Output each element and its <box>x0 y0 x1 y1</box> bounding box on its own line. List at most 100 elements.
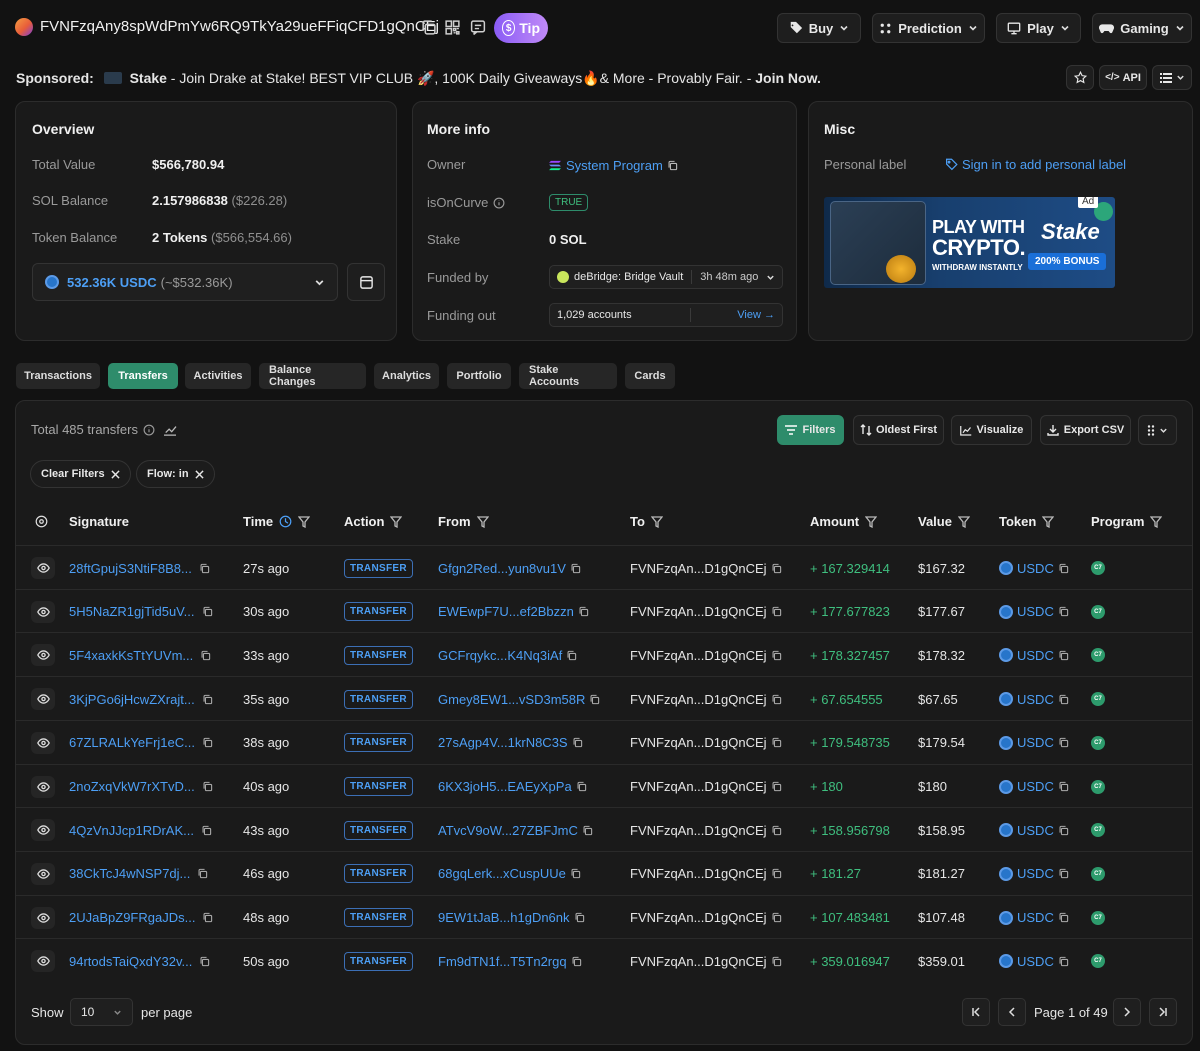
filter-icon[interactable] <box>650 515 663 528</box>
column-options-button[interactable] <box>1138 415 1177 445</box>
close-icon[interactable] <box>194 469 204 479</box>
program-badge-icon[interactable]: C7 <box>1091 954 1105 969</box>
copy-icon[interactable] <box>771 606 782 617</box>
copy-icon[interactable] <box>201 825 212 836</box>
copy-icon[interactable] <box>1058 563 1069 574</box>
ad-banner[interactable]: PLAY WITH CRYPTO. WITHDRAW INSTANTLY Sta… <box>824 197 1115 288</box>
eye-icon[interactable] <box>31 557 55 579</box>
copy-icon[interactable] <box>570 563 581 574</box>
signature-link[interactable]: 5F4xaxkKsTtYUVm... <box>69 648 193 663</box>
copy-icon[interactable] <box>576 781 587 792</box>
token-link[interactable]: USDC <box>1017 954 1054 969</box>
clock-icon[interactable] <box>279 515 292 528</box>
eye-icon[interactable] <box>31 688 55 711</box>
copy-icon[interactable] <box>574 912 585 923</box>
signature-link[interactable]: 38CkTcJ4wNSP7dj... <box>69 866 190 881</box>
from-link[interactable]: Gmey8EW1...vSD3m58R <box>438 692 585 707</box>
eye-icon[interactable] <box>31 862 55 885</box>
copy-icon[interactable] <box>571 956 582 967</box>
signature-link[interactable]: 4QzVnJJcp1RDrAK... <box>69 823 194 838</box>
signature-link[interactable]: 5H5NaZR1gjTid5uV... <box>69 604 195 619</box>
copy-icon[interactable] <box>1058 912 1069 923</box>
from-link[interactable]: Fm9dTN1f...T5Tn2rgq <box>438 954 567 969</box>
filters-button[interactable]: Filters <box>777 415 844 445</box>
token-link[interactable]: USDC <box>1017 692 1054 707</box>
flow-filter-chip[interactable]: Flow: in <box>136 460 215 488</box>
from-link[interactable]: 68gqLerk...xCuspUUe <box>438 866 566 881</box>
copy-icon[interactable] <box>1058 956 1069 967</box>
copy-icon[interactable] <box>771 825 782 836</box>
copy-icon[interactable] <box>1058 694 1069 705</box>
program-badge-icon[interactable]: C7 <box>1091 561 1105 575</box>
copy-icon[interactable] <box>202 781 213 792</box>
filter-icon[interactable] <box>865 515 878 528</box>
token-link[interactable]: USDC <box>1017 604 1054 619</box>
info-icon[interactable] <box>493 197 505 209</box>
play-menu-button[interactable]: Play <box>996 13 1081 43</box>
program-badge-icon[interactable]: C7 <box>1091 604 1105 619</box>
eye-icon[interactable] <box>31 950 55 973</box>
clear-filters-chip[interactable]: Clear Filters <box>30 460 131 488</box>
sponsored-link[interactable]: Stake - Join Drake at Stake! BEST VIP CL… <box>130 70 821 86</box>
copy-icon[interactable] <box>771 912 782 923</box>
program-badge-icon[interactable]: C7 <box>1091 866 1105 881</box>
owner-link[interactable]: System Program <box>566 158 663 173</box>
signature-link[interactable]: 2noZxqVkW7rXTvD... <box>69 779 195 794</box>
filter-icon[interactable] <box>476 515 489 528</box>
prediction-menu-button[interactable]: Prediction <box>872 13 985 43</box>
message-icon[interactable] <box>469 19 487 36</box>
copy-icon[interactable] <box>578 606 589 617</box>
copy-icon[interactable] <box>572 737 583 748</box>
copy-icon[interactable] <box>570 868 581 879</box>
funded-by-select[interactable]: deBridge: Bridge Vault 3h 48m ago <box>549 265 783 289</box>
copy-icon[interactable] <box>589 694 600 705</box>
info-icon[interactable] <box>143 424 155 436</box>
eye-icon[interactable] <box>31 600 55 623</box>
view-options-button[interactable] <box>1152 65 1192 90</box>
favorite-button[interactable] <box>1066 65 1094 90</box>
tip-button[interactable]: $ Tip <box>494 13 548 43</box>
chart-icon[interactable] <box>163 424 177 436</box>
token-link[interactable]: USDC <box>1017 779 1054 794</box>
filter-icon[interactable] <box>390 515 403 528</box>
token-link[interactable]: USDC <box>1017 910 1054 925</box>
signature-link[interactable]: 28ftGpujS3NtiF8B8... <box>69 561 192 576</box>
signature-link[interactable]: 3KjPGo6jHcwZXrajt... <box>69 692 195 707</box>
copy-icon[interactable] <box>1058 868 1069 879</box>
tab-activities[interactable]: Activities <box>185 363 251 389</box>
program-badge-icon[interactable]: C7 <box>1091 779 1105 794</box>
settings-icon[interactable] <box>35 515 48 528</box>
token-link[interactable]: USDC <box>1017 823 1054 838</box>
program-badge-icon[interactable]: C7 <box>1091 823 1105 838</box>
copy-icon[interactable] <box>1058 825 1069 836</box>
copy-icon[interactable] <box>771 956 782 967</box>
eye-icon[interactable] <box>31 775 55 798</box>
signature-link[interactable]: 2UJaBpZ9FRgaJDs... <box>69 910 195 925</box>
copy-icon[interactable] <box>199 563 210 574</box>
copy-icon[interactable] <box>566 650 577 661</box>
copy-icon[interactable] <box>1058 606 1069 617</box>
filter-icon[interactable] <box>298 515 311 528</box>
token-link[interactable]: USDC <box>1017 561 1054 576</box>
last-page-button[interactable] <box>1149 998 1177 1026</box>
per-page-select[interactable]: 10 <box>70 998 133 1026</box>
copy-icon[interactable] <box>1058 737 1069 748</box>
token-link[interactable]: USDC <box>1017 866 1054 881</box>
token-link[interactable]: USDC <box>1017 648 1054 663</box>
copy-icon[interactable] <box>199 956 210 967</box>
gaming-menu-button[interactable]: Gaming <box>1092 13 1192 43</box>
tab-analytics[interactable]: Analytics <box>374 363 439 389</box>
eye-icon[interactable] <box>31 731 55 754</box>
copy-icon[interactable] <box>1058 781 1069 792</box>
from-link[interactable]: 27sAgp4V...1krN8C3S <box>438 735 568 750</box>
token-select[interactable]: 532.36K USDC (~$532.36K) <box>32 263 338 301</box>
from-link[interactable]: EWEwpF7U...ef2Bbzzn <box>438 604 574 619</box>
qr-code-icon[interactable] <box>444 19 461 36</box>
visualize-button[interactable]: Visualize <box>951 415 1032 445</box>
from-link[interactable]: GCFrqykc...K4Nq3iAf <box>438 648 562 663</box>
tab-portfolio[interactable]: Portfolio <box>447 363 511 389</box>
owner-value[interactable]: System Program <box>549 158 678 173</box>
from-link[interactable]: ATvcV9oW...27ZBFJmC <box>438 823 578 838</box>
signature-link[interactable]: 94rtodsTaiQxdY32v... <box>69 954 192 969</box>
filter-icon[interactable] <box>1150 515 1163 528</box>
